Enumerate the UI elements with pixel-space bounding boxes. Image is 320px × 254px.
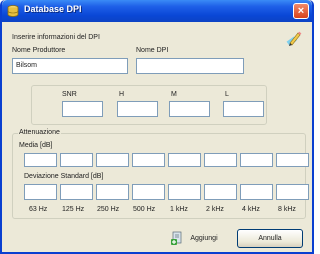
producer-label: Nome Produttore — [12, 47, 66, 54]
dpi-name-label: Nome DPI — [136, 47, 169, 54]
mean-125hz-field[interactable] — [60, 153, 93, 167]
mean-250hz-field[interactable] — [96, 153, 129, 167]
mean-2khz-field[interactable] — [204, 153, 237, 167]
snr-field[interactable] — [62, 101, 103, 117]
mean-label: Media [dB] — [19, 142, 53, 149]
pencil-edit-icon[interactable] — [286, 30, 302, 46]
freq-label-1khz: 1 kHz — [170, 206, 188, 213]
freq-label-125hz: 125 Hz — [62, 206, 85, 213]
std-label: Deviazione Standard [dB] — [24, 173, 104, 180]
l-label: L — [225, 91, 229, 98]
l-field[interactable] — [223, 101, 264, 117]
instructions-text: Inserire informazioni del DPI — [12, 34, 100, 41]
add-button-label: Aggiungi — [190, 234, 218, 242]
std-63hz-field[interactable] — [24, 184, 57, 200]
std-8khz-field[interactable] — [276, 184, 309, 200]
std-2khz-field[interactable] — [204, 184, 237, 200]
freq-label-250hz: 250 Hz — [97, 206, 120, 213]
h-field[interactable] — [117, 101, 158, 117]
std-500hz-field[interactable] — [132, 184, 165, 200]
std-1khz-field[interactable] — [168, 184, 201, 200]
dpi-name-field[interactable] — [136, 58, 244, 74]
freq-label-8khz: 8 kHz — [278, 206, 296, 213]
attenuation-title: Attenuazione — [18, 129, 61, 136]
add-record-icon — [170, 231, 184, 245]
dialog-body: Inserire informazioni del DPI Nome Produ… — [2, 22, 312, 252]
mean-8khz-field[interactable] — [276, 153, 309, 167]
attenuation-group: Attenuazione Media [dB] Deviazione Stand… — [12, 129, 309, 219]
dialog-window: Database DPI × Inserire informazioni del… — [0, 0, 314, 254]
m-label: M — [171, 91, 177, 98]
cancel-button[interactable]: Annulla — [237, 229, 303, 248]
m-field[interactable] — [169, 101, 210, 117]
window-title: Database DPI — [24, 4, 82, 14]
freq-label-500hz: 500 Hz — [133, 206, 156, 213]
add-button[interactable]: Aggiungi — [162, 229, 226, 247]
mean-1khz-field[interactable] — [168, 153, 201, 167]
std-125hz-field[interactable] — [60, 184, 93, 200]
mean-63hz-field[interactable] — [24, 153, 57, 167]
freq-label-63hz: 63 Hz — [29, 206, 48, 213]
ratings-group: SNR H M L — [31, 85, 267, 125]
producer-field[interactable]: Bilsom — [12, 58, 128, 74]
mean-500hz-field[interactable] — [132, 153, 165, 167]
snr-label: SNR — [62, 91, 77, 98]
std-4khz-field[interactable] — [240, 184, 273, 200]
title-bar[interactable]: Database DPI × — [2, 0, 312, 22]
h-label: H — [119, 91, 125, 98]
mean-4khz-field[interactable] — [240, 153, 273, 167]
freq-label-4khz: 4 kHz — [242, 206, 260, 213]
close-button[interactable]: × — [293, 3, 309, 19]
database-app-icon — [6, 4, 20, 18]
std-250hz-field[interactable] — [96, 184, 129, 200]
freq-label-2khz: 2 kHz — [206, 206, 224, 213]
cancel-button-label: Annulla — [258, 235, 282, 242]
